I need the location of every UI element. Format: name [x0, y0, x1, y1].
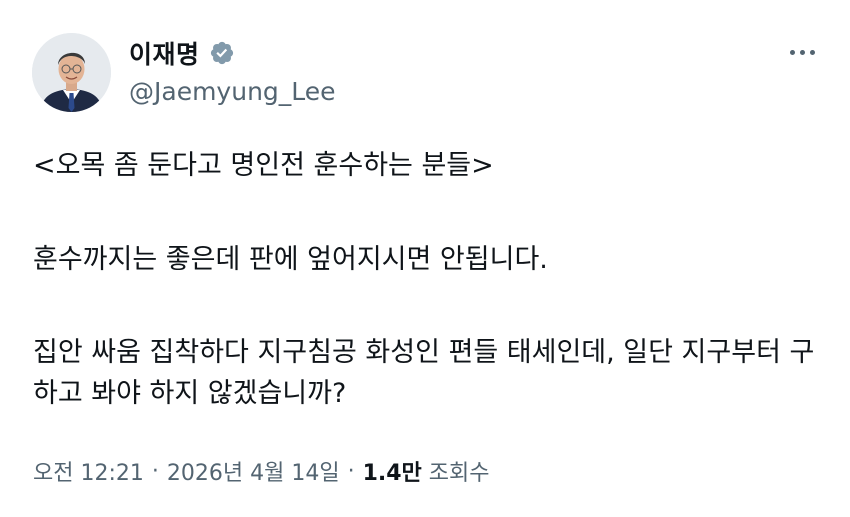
- tweet-time[interactable]: 오전 12:21: [33, 455, 144, 487]
- verified-badge-icon: [209, 40, 235, 66]
- avatar[interactable]: [32, 33, 111, 112]
- more-options-button[interactable]: [780, 38, 824, 66]
- author-handle[interactable]: @Jaemyung_Lee: [129, 77, 336, 106]
- tweet-paragraph: 집안 싸움 집착하다 지구침공 화성인 편들 태세인데, 일단 지구부터 구하고…: [33, 337, 815, 409]
- tweet-text: <오목 좀 둔다고 명인전 훈수하는 분들> 훈수까지는 좋은데 판에 엎어지시…: [33, 145, 823, 414]
- tweet-date[interactable]: 2026년 4월 14일: [167, 455, 340, 487]
- meta-separator: ·: [151, 458, 159, 484]
- profile-photo-icon: [32, 33, 111, 112]
- tweet-paragraph: <오목 좀 둔다고 명인전 훈수하는 분들>: [33, 150, 494, 181]
- more-dot-icon: [799, 49, 805, 55]
- views-count[interactable]: 1.4만: [363, 455, 422, 487]
- tweet-card: 이재명 @Jaemyung_Lee <오목 좀 둔다고 명인전 훈수하는 분들>…: [0, 0, 850, 517]
- author-name-row: 이재명: [129, 36, 235, 70]
- more-dot-icon: [809, 49, 815, 55]
- author-display-name[interactable]: 이재명: [129, 35, 200, 71]
- meta-separator: ·: [347, 458, 355, 484]
- more-dot-icon: [789, 49, 795, 55]
- views-label: 조회수: [428, 461, 490, 486]
- tweet-meta: 오전 12:21 · 2026년 4월 14일 · 1.4만 조회수: [33, 455, 490, 487]
- tweet-paragraph: 훈수까지는 좋은데 판에 엎어지시면 안됩니다.: [33, 244, 548, 275]
